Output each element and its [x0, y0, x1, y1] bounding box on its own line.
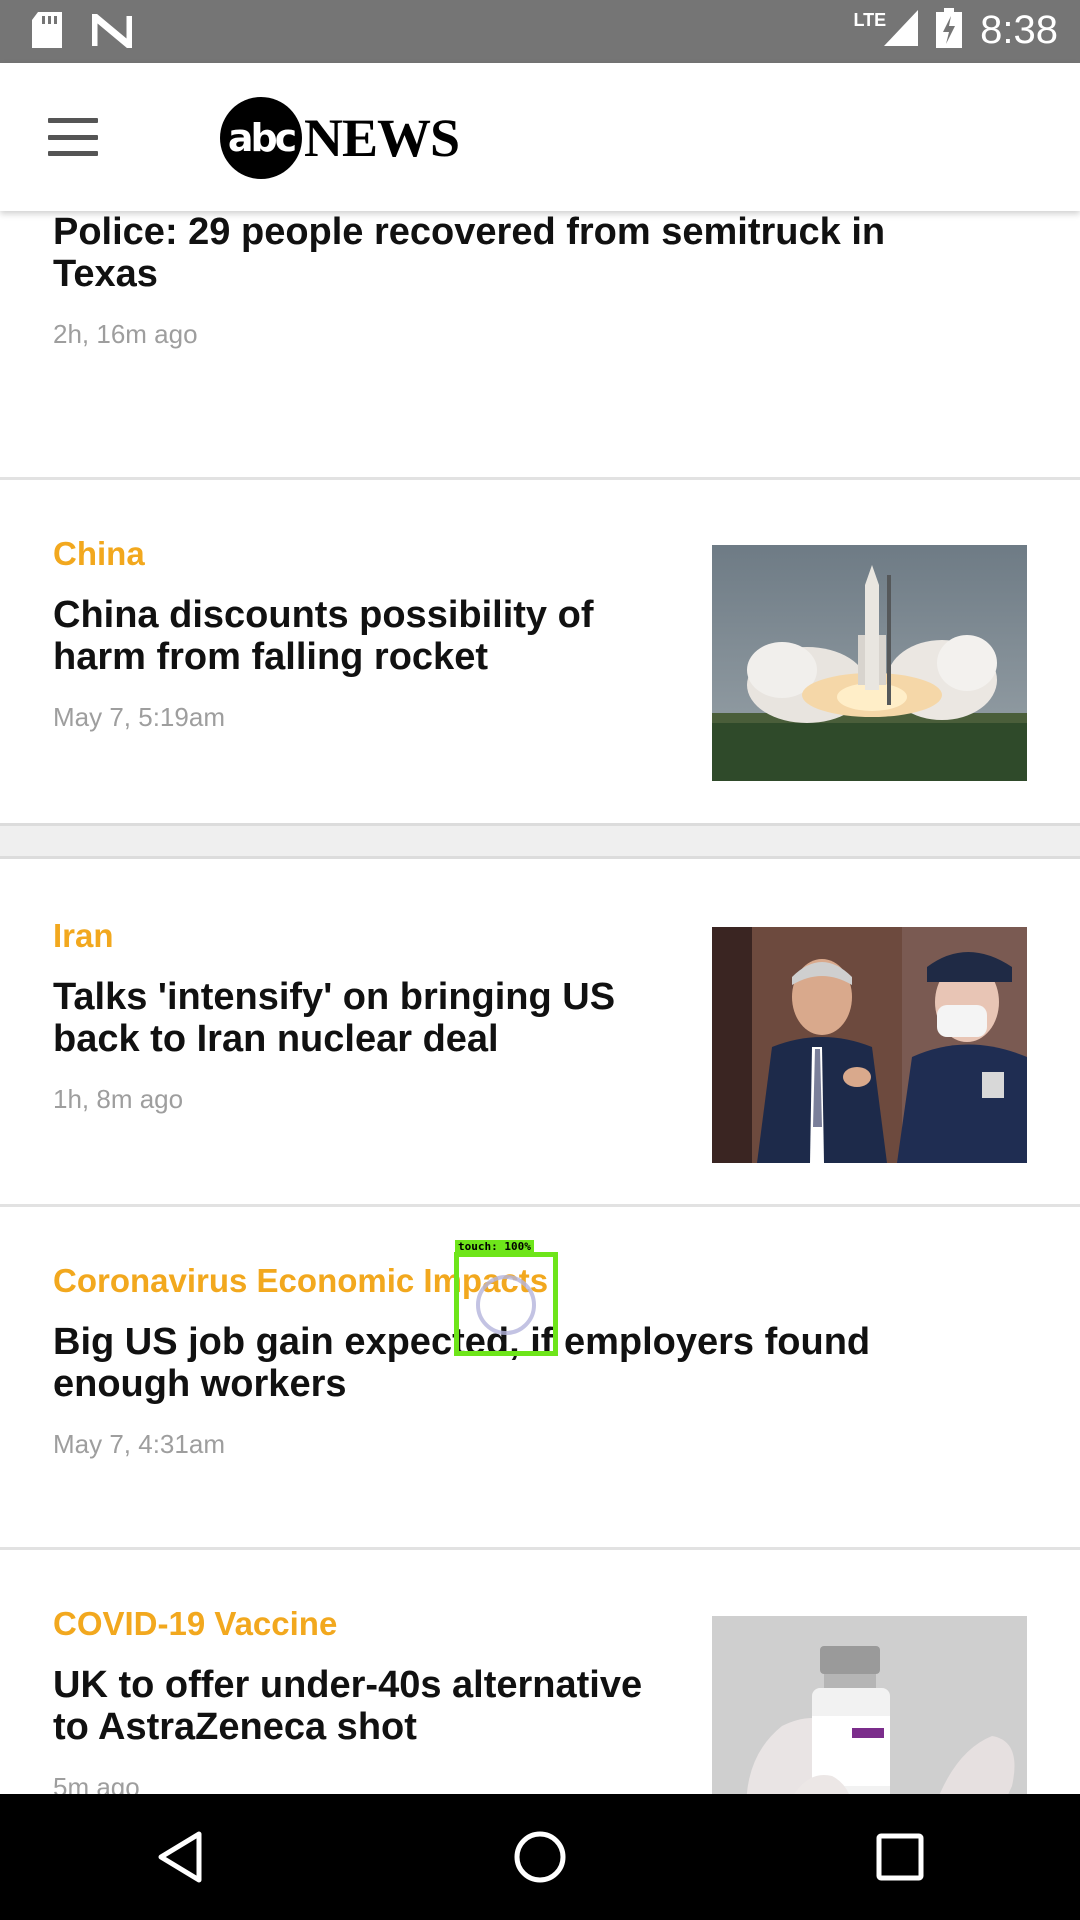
- headline: Police: 29 people recovered from semitru…: [53, 211, 886, 295]
- diplomat-photo[interactable]: [712, 927, 1027, 1163]
- timestamp: May 7, 4:31am: [53, 1429, 225, 1460]
- timestamp: 2h, 16m ago: [53, 319, 198, 349]
- news-card[interactable]: COVID-19 Vaccine UK to offer under-40s a…: [0, 1550, 1080, 1794]
- system-nav-bar: [0, 1794, 1080, 1920]
- headline: UK to offer under-40s alternative to Ast…: [53, 1664, 643, 1749]
- battery-charging-icon: [936, 8, 963, 53]
- touch-indicator-label: touch: 100%: [455, 1240, 534, 1253]
- headline: China discounts possibility of harm from…: [53, 594, 594, 679]
- notification-n-icon: [90, 8, 134, 54]
- app-header: abc NEWS: [0, 63, 1080, 211]
- sd-card-icon: [30, 12, 64, 55]
- category-label[interactable]: Iran: [53, 917, 653, 954]
- timestamp: 5m ago: [53, 1772, 140, 1794]
- signal-icon: [884, 10, 919, 51]
- back-triangle-icon: [158, 1831, 202, 1883]
- section-gap: [0, 823, 1080, 859]
- timestamp: 1h, 8m ago: [53, 1084, 184, 1115]
- lte-indicator: LTE: [853, 10, 887, 30]
- home-circle-icon: [514, 1831, 566, 1883]
- news-card[interactable]: China China discounts possibility of har…: [0, 480, 1080, 820]
- abc-news-logo[interactable]: abc NEWS: [220, 95, 460, 181]
- recents-square-icon: [876, 1833, 924, 1881]
- timestamp: May 7, 5:19am: [53, 702, 225, 733]
- status-bar: LTE 8:38: [0, 0, 1080, 63]
- clock: 8:38: [980, 8, 1058, 52]
- news-feed[interactable]: Police: 29 people recovered from semitru…: [0, 211, 1080, 1794]
- category-label[interactable]: COVID-19 Vaccine: [53, 1605, 653, 1642]
- vaccine-vial-photo[interactable]: [712, 1616, 1027, 1794]
- headline: Talks 'intensify' on bringing US back to…: [53, 976, 616, 1061]
- logo-abc-circle: abc: [220, 97, 302, 179]
- logo-news-text: NEWS: [304, 108, 460, 168]
- home-button[interactable]: [490, 1807, 590, 1907]
- rocket-launch-image[interactable]: [712, 545, 1027, 781]
- hamburger-menu-icon[interactable]: [48, 118, 98, 156]
- news-card[interactable]: Iran Talks 'intensify' on bringing US ba…: [0, 862, 1080, 1202]
- touch-ripple: [476, 1275, 536, 1335]
- back-button[interactable]: [130, 1807, 230, 1907]
- recents-button[interactable]: [850, 1807, 950, 1907]
- category-label[interactable]: China: [53, 535, 653, 572]
- news-card[interactable]: Police: 29 people recovered from semitru…: [0, 211, 1080, 481]
